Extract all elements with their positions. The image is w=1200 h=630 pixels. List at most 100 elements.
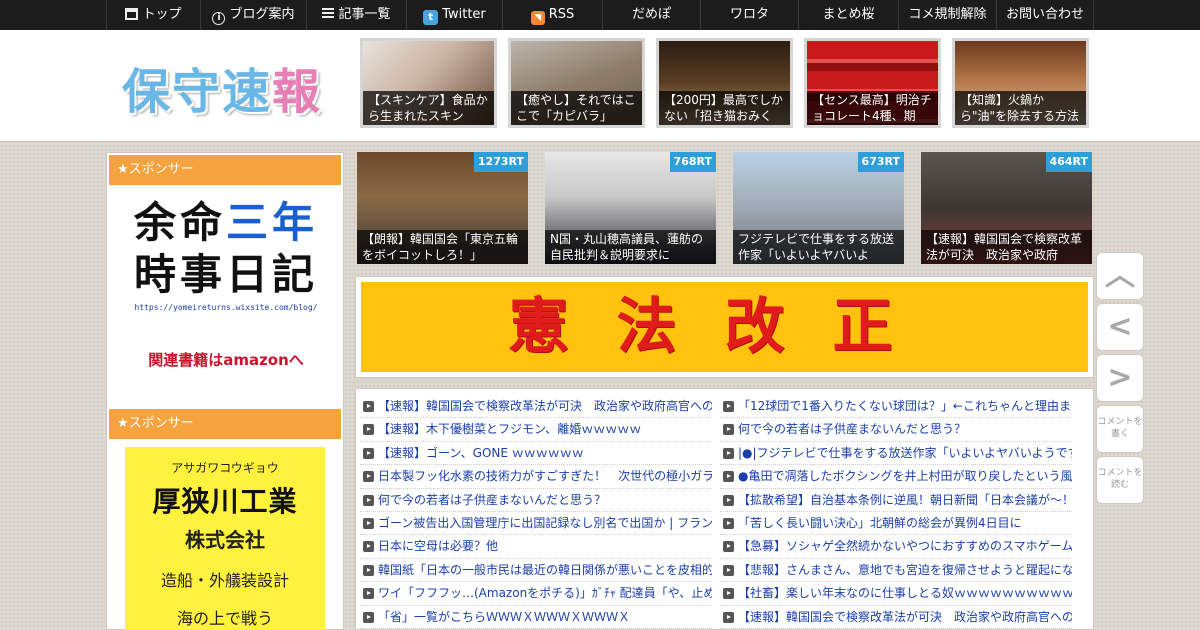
news-item[interactable]: 【悲報】さんまさん、意地でも宮迫を復帰させようと躍起にな [720,559,1072,583]
play-bullet-icon [363,517,374,529]
play-bullet-icon [363,494,374,506]
play-bullet-icon [723,424,734,436]
news-item[interactable]: 【速報】木下優樹菜とフジモン、離婚ｗｗｗｗｗ [360,418,712,442]
nav-item-twitter[interactable]: t Twitter [406,0,502,30]
play-bullet-icon [363,471,374,483]
constitution-revision-banner[interactable]: 憲法改正 [361,282,1088,372]
amazon-books-link[interactable]: 関連書籍はamazonへ [121,349,331,370]
news-item[interactable]: 何で今の若者は子供産まないんだと思う？ [360,489,712,512]
news-item[interactable]: ●亀田で凋落したボクシングを井上村田が取り戻したという風潮 [720,465,1072,489]
nav-item-article-list[interactable]: 記事一覧 [306,0,406,30]
news-item[interactable]: 【拡散希望】自治基本条例に逆風！朝日新聞「日本会議が～！ [720,489,1072,512]
retweet-count-badge: 673RT [857,152,904,172]
site-header: 保守速報 【スキンケア】食品から生まれたスキン 【癒やし】それではここで「カピバ… [0,30,1200,142]
play-bullet-icon [723,494,734,506]
news-item[interactable]: 「12球団で1番入りたくない球団は？」←これちゃんと理由まで [720,395,1072,419]
ranking-caption: 【速報】韓国国会で検察改革法が可決 政治家や政府 [921,230,1092,264]
news-item[interactable]: 【速報】韓国国会で検察改革法が可決 政治家や政府高官への [360,395,712,419]
nav-item-rss[interactable]: ◥ RSS [502,0,602,30]
header-thumb-skincare[interactable]: 【スキンケア】食品から生まれたスキン [360,38,497,128]
ranking-item[interactable]: 1273RT 【朗報】韓国国会「東京五輪をボイコットしろ！」 [357,152,528,264]
news-item[interactable]: 「省」一覧がこちらＷＷＷＸＷＷＷＸＷＷＷＸ [360,606,712,629]
news-item[interactable]: 【急募】ソシャゲ全然続かないやつにおすすめのスマホゲーム [720,535,1072,559]
read-comments-button[interactable]: コメントを読む [1096,456,1144,504]
write-comment-button[interactable]: コメントを書く [1096,405,1144,453]
play-bullet-icon [723,541,734,553]
play-bullet-icon [363,541,374,553]
info-icon: i [212,12,226,25]
play-bullet-icon [363,611,374,623]
play-bullet-icon [723,471,734,483]
header-thumb-caption: 【200円】最高でしかない「招き猫おみく [659,91,790,125]
play-bullet-icon [363,447,374,459]
play-bullet-icon [723,401,734,412]
retweet-count-badge: 768RT [669,152,716,172]
play-bullet-icon [363,564,374,576]
chevron-up-icon: ︿ [1105,258,1135,293]
news-item[interactable]: |●|フジテレビで仕事をする放送作家「いよいよヤバいようです [720,442,1072,466]
play-bullet-icon [363,424,374,436]
play-bullet-icon [723,517,734,529]
home-icon [125,8,139,20]
news-column-left: 【速報】韓国国会で検察改革法が可決 政治家や政府高官への 【速報】木下優樹菜とフ… [360,395,712,629]
news-item[interactable]: 何で今の若者は子供産まないんだと思う？ [720,418,1072,442]
retweet-count-badge: 464RT [1045,152,1092,172]
site-logo[interactable]: 保守速報 [122,52,322,122]
nav-item-damepo[interactable]: だめぽ [602,0,700,30]
chevron-left-icon: < [1107,309,1133,344]
header-thumb-caption: 【知識】火鍋から"油"を除去する方法 [955,91,1086,125]
chevron-right-icon: > [1107,360,1133,395]
ranking-caption: 【朗報】韓国国会「東京五輪をボイコットしろ！」 [357,230,528,264]
ranking-caption: N国・丸山穂高議員、蓮舫の自民批判＆説明要求に [545,230,716,264]
news-item[interactable]: 【社畜】楽しい年末なのに仕事しとる奴ｗｗｗｗｗｗｗｗｗｗ [720,582,1072,606]
nav-item-comment-unblock[interactable]: コメ規制解除 [898,0,996,30]
next-button[interactable]: > [1096,354,1144,402]
ranking-item[interactable]: 464RT 【速報】韓国国会で検察改革法が可決 政治家や政府 [921,152,1092,264]
play-bullet-icon [723,611,734,623]
rss-icon: ◥ [530,11,545,25]
banner-url: https://yomeireturns.wixsite.com/blog/ [134,303,318,312]
constitution-banner-frame: 憲法改正 [355,276,1094,378]
header-thumb-maneki-neko[interactable]: 【200円】最高でしかない「招き猫おみく [656,38,793,128]
header-thumb-caption: 【癒やし】それではここで「カピバラ」 [511,91,642,125]
nav-item-matome-sakura[interactable]: まとめ桜 [798,0,898,30]
sidebar: ★スポンサー 余命三年 時事日記 https://yomeireturns.wi… [106,152,344,630]
play-bullet-icon [723,564,734,576]
play-bullet-icon [723,588,734,600]
news-column-right: 「12球団で1番入りたくない球団は？」←これちゃんと理由まで 何で今の若者は子供… [720,395,1072,629]
nav-item-contact[interactable]: お問い合わせ [996,0,1094,30]
previous-button[interactable]: < [1096,303,1144,351]
ranking-item[interactable]: 768RT N国・丸山穂高議員、蓮舫の自民批判＆説明要求に [545,152,716,264]
retweet-count-badge: 1273RT [473,152,528,172]
news-item[interactable]: ワイ「フフフッ…(Amazonをポチる)」ｶﾞﾁｬ 配達員「や、止めて [360,582,712,606]
header-thumb-hotpot[interactable]: 【知識】火鍋から"油"を除去する方法 [952,38,1089,128]
scroll-top-button[interactable]: ︿ [1096,252,1144,300]
play-bullet-icon [363,401,374,412]
news-item[interactable]: ゴーン被告出入国管理庁に出国記録なし別名で出国か | フランス [360,512,712,536]
header-thumb-meiji-chocolate[interactable]: 【センス最高】明治チョコレート4種、期 [804,38,941,128]
play-bullet-icon [723,447,734,459]
sponsor-heading: ★スポンサー [109,409,341,439]
top-nav: トップ i ブログ案内 記事一覧 t Twitter ◥ RSS だめぽ ワロタ まと… [0,0,1200,30]
news-item[interactable]: 「苦しく長い闘い決心」北朝鮮の総会が異例4日目に [720,512,1072,536]
news-item[interactable]: 韓国紙「日本の一般市民は最近の韓日関係が悪いことを皮相的 [360,559,712,583]
header-thumb-capybara[interactable]: 【癒やし】それではここで「カピバラ」 [508,38,645,128]
news-item[interactable]: 【速報】ゴーン、GONE ｗｗｗｗｗｗ [360,442,712,466]
news-item[interactable]: 日本製フッ化水素の技術力がすごすぎた！ 次世代の極小ガラ [360,465,712,489]
sponsor-heading: ★スポンサー [109,155,341,185]
news-item[interactable]: 【速報】韓国国会で検察改革法が可決 政治家や政府高官への [720,606,1072,629]
play-bullet-icon [363,588,374,600]
twitter-icon: t [423,10,439,25]
ranking-caption: フジテレビで仕事をする放送作家「いよいよヤバいよ [733,230,904,264]
nav-item-blog-guide[interactable]: i ブログ案内 [200,0,306,30]
list-icon [322,8,335,20]
nav-item-top[interactable]: トップ [106,0,200,30]
asagawa-kogyo-banner[interactable]: アサガワコウギョウ 厚狭川工業 株式会社 造船・外艤装設計 海の上で戦う [125,447,325,630]
yomei-sannen-banner[interactable]: 余命三年 時事日記 https://yomeireturns.wixsite.c… [121,197,331,337]
header-thumb-caption: 【スキンケア】食品から生まれたスキン [363,91,494,125]
header-thumb-caption: 【センス最高】明治チョコレート4種、期 [807,91,938,125]
ranking-item[interactable]: 673RT フジテレビで仕事をする放送作家「いよいよヤバいよ [733,152,904,264]
news-list: 【速報】韓国国会で検察改革法が可決 政治家や政府高官への 【速報】木下優樹菜とフ… [355,388,1094,630]
nav-item-warota[interactable]: ワロタ [700,0,798,30]
news-item[interactable]: 日本に空母は必要？他 [360,535,712,559]
